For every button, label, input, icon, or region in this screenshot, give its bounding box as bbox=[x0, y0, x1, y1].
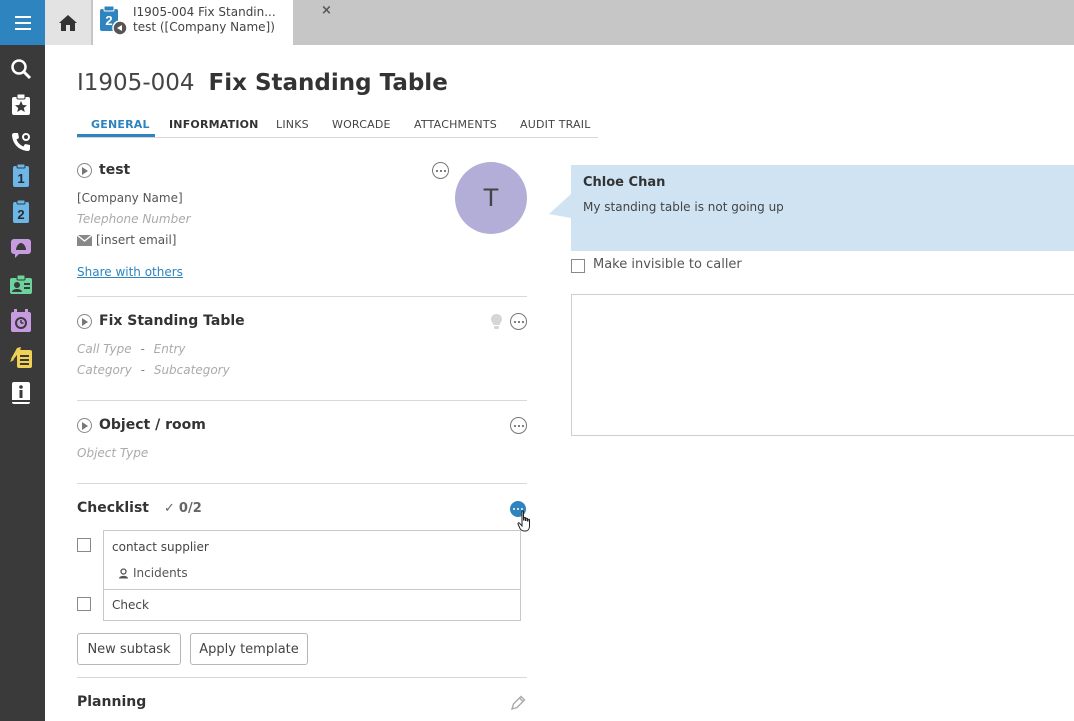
request-title[interactable]: Fix Standing Table bbox=[99, 313, 245, 329]
home-tab[interactable] bbox=[45, 0, 91, 45]
checklist-title: Checklist bbox=[77, 500, 149, 516]
tab-general[interactable]: GENERAL bbox=[91, 118, 150, 131]
apply-template-button[interactable]: Apply template bbox=[190, 633, 308, 665]
message-author: Chloe Chan bbox=[583, 175, 666, 190]
call-type-field[interactable]: Call Type - Entry bbox=[77, 342, 186, 356]
category-label: Category bbox=[77, 363, 132, 377]
ticket-title: Fix Standing Table bbox=[208, 70, 448, 96]
active-tab-indicator bbox=[77, 134, 155, 137]
note-textarea[interactable] bbox=[571, 294, 1074, 436]
avatar-initial: T bbox=[483, 184, 499, 212]
checklist-count: 0/2 bbox=[178, 501, 202, 516]
object-more-icon[interactable] bbox=[510, 417, 527, 434]
planning-edit-icon[interactable] bbox=[510, 694, 527, 715]
favorites-icon[interactable] bbox=[9, 93, 33, 117]
request-more-icon[interactable] bbox=[510, 313, 527, 330]
subcategory-label: Subcategory bbox=[153, 363, 230, 377]
email-value: [insert email] bbox=[96, 233, 177, 247]
hamburger-icon bbox=[14, 15, 31, 30]
task-team-label: Incidents bbox=[133, 566, 188, 580]
divider bbox=[77, 677, 527, 678]
rail-first-line-label: 1 bbox=[17, 171, 24, 186]
message-text: My standing table is not going up bbox=[583, 200, 784, 214]
call-type-label: Call Type bbox=[77, 342, 132, 356]
tab-information[interactable]: INFORMATION bbox=[169, 118, 259, 131]
home-icon bbox=[59, 14, 77, 31]
object-type-field[interactable]: Object Type bbox=[77, 446, 148, 460]
expand-caller-icon[interactable] bbox=[77, 163, 92, 178]
top-tab-bar: 2 I1905-004 Fix Standin... test ([Compan… bbox=[45, 0, 1074, 45]
problem-icon[interactable] bbox=[9, 236, 33, 260]
rail-second-line-label: 2 bbox=[17, 207, 24, 222]
open-document-tab[interactable]: 2 I1905-004 Fix Standin... test ([Compan… bbox=[93, 0, 332, 45]
second-line-icon[interactable]: 2 bbox=[9, 200, 33, 224]
tab-subtitle: test ([Company Name]) bbox=[133, 20, 275, 34]
task-checkbox[interactable] bbox=[77, 538, 91, 552]
bubble-tail bbox=[549, 193, 571, 227]
second-line-ticket-icon: 2 bbox=[99, 5, 128, 36]
tab-audit-trail[interactable]: AUDIT TRAIL bbox=[520, 118, 591, 131]
list-item[interactable]: Check bbox=[103, 589, 521, 621]
list-item[interactable]: contact supplier Incidents bbox=[103, 530, 521, 590]
avatar: T bbox=[455, 162, 527, 234]
task-title: Check bbox=[112, 598, 149, 612]
search-icon[interactable] bbox=[9, 57, 33, 81]
change-icon[interactable] bbox=[9, 345, 33, 369]
tab-attachments[interactable]: ATTACHMENTS bbox=[414, 118, 497, 131]
planning-icon[interactable] bbox=[9, 309, 33, 333]
expand-request-icon[interactable] bbox=[77, 314, 92, 329]
checklist-progress: ✓ 0/2 bbox=[164, 501, 202, 516]
share-with-others-link[interactable]: Share with others bbox=[77, 265, 183, 279]
divider bbox=[77, 483, 527, 484]
menu-button[interactable] bbox=[0, 0, 45, 45]
lightbulb-icon[interactable] bbox=[490, 313, 503, 334]
email-field[interactable]: [insert email] bbox=[77, 233, 176, 247]
message-bubble: Chloe Chan My standing table is not goin… bbox=[571, 165, 1074, 251]
team-icon bbox=[119, 567, 128, 578]
invisible-to-caller-label: Make invisible to caller bbox=[593, 257, 742, 272]
left-rail: 1 2 bbox=[0, 0, 45, 721]
phone-icon[interactable] bbox=[9, 130, 33, 154]
entry-label: Entry bbox=[153, 342, 186, 356]
tab-worcade[interactable]: WORCADE bbox=[332, 118, 391, 131]
tab-title: I1905-004 Fix Standin... bbox=[133, 5, 276, 19]
close-tab-icon[interactable]: × bbox=[321, 3, 332, 18]
expand-object-icon[interactable] bbox=[77, 418, 92, 433]
divider bbox=[77, 400, 527, 401]
call-type-separator: - bbox=[140, 342, 145, 356]
new-subtask-button[interactable]: New subtask bbox=[77, 633, 181, 665]
svg-text:2: 2 bbox=[105, 13, 112, 28]
category-field[interactable]: Category - Subcategory bbox=[77, 363, 230, 377]
invisible-to-caller-checkbox[interactable] bbox=[571, 259, 585, 273]
mail-icon bbox=[77, 234, 92, 246]
telephone-field[interactable]: Telephone Number bbox=[77, 212, 191, 226]
caller-more-icon[interactable] bbox=[432, 162, 449, 179]
task-title: contact supplier bbox=[112, 540, 209, 554]
company-name: [Company Name] bbox=[77, 191, 183, 205]
ticket-number: I1905-004 bbox=[77, 70, 195, 96]
object-title[interactable]: Object / room bbox=[99, 417, 206, 433]
knowledge-icon[interactable] bbox=[9, 381, 33, 405]
first-line-icon[interactable]: 1 bbox=[9, 164, 33, 188]
task-checkbox[interactable] bbox=[77, 597, 91, 611]
planning-title: Planning bbox=[77, 694, 147, 710]
task-team: Incidents bbox=[118, 566, 188, 580]
page-title: I1905-004 Fix Standing Table bbox=[77, 70, 448, 96]
divider bbox=[77, 296, 527, 297]
caller-name[interactable]: test bbox=[99, 162, 130, 178]
category-separator: - bbox=[140, 363, 145, 377]
check-icon: ✓ bbox=[164, 501, 175, 516]
tab-links[interactable]: LINKS bbox=[276, 118, 309, 131]
section-tabs: GENERAL INFORMATION LINKS WORCADE ATTACH… bbox=[77, 116, 598, 138]
contact-icon[interactable] bbox=[9, 273, 33, 297]
